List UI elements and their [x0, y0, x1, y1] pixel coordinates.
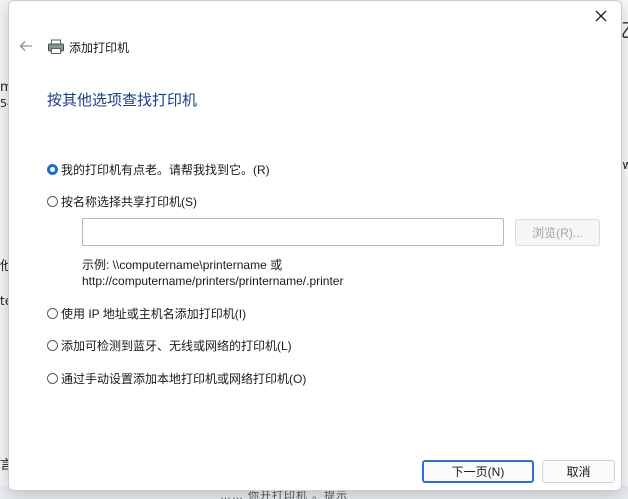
- back-arrow-icon: [19, 40, 33, 55]
- radio-button[interactable]: [47, 340, 58, 351]
- next-button[interactable]: 下一页(N): [422, 460, 534, 483]
- option-old-printer[interactable]: 我的打印机有点老。请帮我找到它。(R): [47, 161, 270, 178]
- example-text: 示例: \\computername\printername 或 http://…: [82, 257, 343, 289]
- option-label: 按名称选择共享打印机(S): [61, 195, 197, 209]
- dialog-title: 添加打印机: [69, 40, 130, 55]
- radio-button[interactable]: [47, 164, 58, 175]
- shared-printer-name-input[interactable]: [82, 218, 504, 246]
- radio-button[interactable]: [47, 196, 58, 207]
- cancel-button[interactable]: 取消: [542, 460, 615, 483]
- close-icon: [595, 10, 607, 25]
- option-label: 我的打印机有点老。请帮我找到它。(R): [61, 163, 270, 177]
- example-line-1: 示例: \\computername\printername 或: [82, 258, 283, 272]
- option-ip-address[interactable]: 使用 IP 地址或主机名添加打印机(I): [47, 305, 246, 322]
- close-button[interactable]: [589, 5, 613, 29]
- option-label: 添加可检测到蓝牙、无线或网络的打印机(L): [61, 339, 292, 353]
- option-manual-local[interactable]: 通过手动设置添加本地打印机或网络打印机(O): [47, 370, 306, 387]
- back-button[interactable]: [17, 38, 35, 56]
- option-shared-by-name[interactable]: 按名称选择共享打印机(S): [47, 193, 197, 210]
- option-label: 通过手动设置添加本地打印机或网络打印机(O): [61, 372, 307, 386]
- printer-icon: [47, 39, 65, 55]
- radio-button[interactable]: [47, 373, 58, 384]
- browse-button[interactable]: 浏览(R)...: [515, 219, 600, 246]
- dialog-header: 添加打印机: [17, 37, 129, 57]
- radio-button[interactable]: [47, 308, 58, 319]
- option-bluetooth-wireless[interactable]: 添加可检测到蓝牙、无线或网络的打印机(L): [47, 337, 292, 354]
- page-heading: 按其他选项查找打印机: [47, 92, 198, 109]
- example-line-2: http://computername/printers/printername…: [82, 274, 344, 288]
- add-printer-dialog: 添加打印机 按其他选项查找打印机 我的打印机有点老。请帮我找到它。(R) 按名称…: [8, 0, 622, 491]
- option-label: 使用 IP 地址或主机名添加打印机(I): [61, 307, 247, 321]
